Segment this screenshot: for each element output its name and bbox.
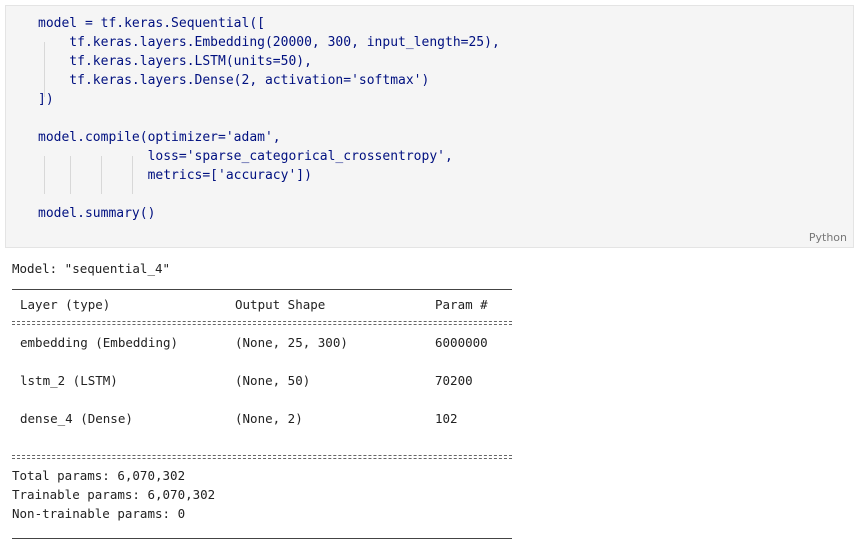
code-line-3: tf.keras.layers.LSTM(units=50), [38, 54, 312, 69]
code-line-4: tf.keras.layers.Dense(2, activation='sof… [38, 73, 430, 88]
trainable-params: Trainable params: 6,070,302 [12, 487, 216, 502]
non-trainable-params: Non-trainable params: 0 [12, 506, 186, 521]
row-dense-layer: dense_4 (Dense) [20, 411, 133, 426]
header-output-shape: Output Shape [235, 297, 326, 312]
bottom-rule [12, 538, 512, 539]
code-line-7: model.compile(optimizer='adam', [38, 130, 281, 145]
code-line-2: tf.keras.layers.Embedding(20000, 300, in… [38, 35, 500, 50]
row-lstm-shape: (None, 50) [235, 373, 311, 388]
code-line-1: model = tf.keras.Sequential([ [38, 16, 265, 31]
language-label[interactable]: Python [809, 231, 847, 244]
header-rule [12, 321, 512, 325]
row-lstm-params: 70200 [435, 373, 473, 388]
top-rule [12, 289, 512, 290]
row-embedding-params: 6000000 [435, 335, 488, 350]
total-params: Total params: 6,070,302 [12, 468, 186, 483]
code-cell[interactable]: model = tf.keras.Sequential([ tf.keras.l… [5, 5, 854, 248]
row-lstm-layer: lstm_2 (LSTM) [20, 373, 118, 388]
code-line-9: metrics=['accuracy']) [38, 168, 312, 183]
row-dense-params: 102 [435, 411, 458, 426]
row-dense-shape: (None, 2) [235, 411, 303, 426]
code-line-5: ]) [38, 92, 54, 107]
code-line-8: loss='sparse_categorical_crossentropy', [38, 149, 453, 164]
footer-rule [12, 455, 512, 459]
row-embedding-shape: (None, 25, 300) [235, 335, 348, 350]
header-layer-type: Layer (type) [20, 297, 111, 312]
model-name-line: Model: "sequential_4" [12, 261, 171, 276]
header-param-count: Param # [435, 297, 488, 312]
row-embedding-layer: embedding (Embedding) [20, 335, 179, 350]
code-line-11: model.summary() [38, 206, 156, 221]
